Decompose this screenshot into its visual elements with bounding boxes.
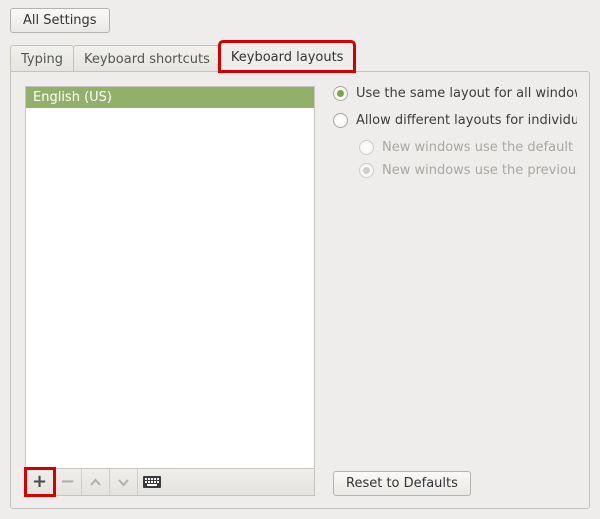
layout-toolbar: + −: [25, 469, 315, 496]
move-down-button[interactable]: [110, 469, 138, 495]
radio-icon: [333, 113, 348, 128]
option-label: Allow different layouts for individual w…: [356, 113, 577, 128]
chevron-down-icon: [118, 478, 129, 487]
layouts-panel: English (US) + −: [25, 86, 315, 496]
plus-icon: +: [32, 473, 47, 491]
option-label: Use the same layout for all windows: [356, 86, 577, 101]
tab-keyboard-layouts[interactable]: Keyboard layouts: [220, 42, 355, 71]
all-settings-button[interactable]: All Settings: [10, 8, 110, 33]
remove-layout-button[interactable]: −: [54, 469, 82, 495]
option-different-layouts[interactable]: Allow different layouts for individual w…: [333, 113, 577, 128]
radio-icon: [359, 163, 374, 178]
option-label: New windows use the previous window's la…: [382, 163, 577, 178]
layout-options: Use the same layout for all windows Allo…: [333, 86, 577, 496]
tab-keyboard-shortcuts[interactable]: Keyboard shortcuts: [73, 45, 221, 72]
reset-defaults-button[interactable]: Reset to Defaults: [333, 471, 471, 496]
layout-list[interactable]: English (US): [25, 86, 315, 469]
keyboard-icon: [143, 476, 161, 488]
radio-icon: [333, 86, 348, 101]
add-layout-button[interactable]: +: [26, 469, 54, 495]
top-bar: All Settings: [10, 8, 590, 33]
option-label: New windows use the default layout: [382, 140, 577, 155]
show-keyboard-button[interactable]: [138, 469, 166, 495]
move-up-button[interactable]: [82, 469, 110, 495]
radio-icon: [359, 140, 374, 155]
option-new-default: New windows use the default layout: [359, 140, 577, 155]
option-new-previous: New windows use the previous window's la…: [359, 163, 577, 178]
tab-typing[interactable]: Typing: [10, 45, 74, 72]
chevron-up-icon: [90, 478, 101, 487]
option-same-layout[interactable]: Use the same layout for all windows: [333, 86, 577, 101]
minus-icon: −: [60, 473, 75, 491]
tab-bar: Typing Keyboard shortcuts Keyboard layou…: [10, 43, 590, 71]
tab-content: English (US) + −: [10, 71, 590, 509]
layout-list-item[interactable]: English (US): [26, 87, 314, 108]
